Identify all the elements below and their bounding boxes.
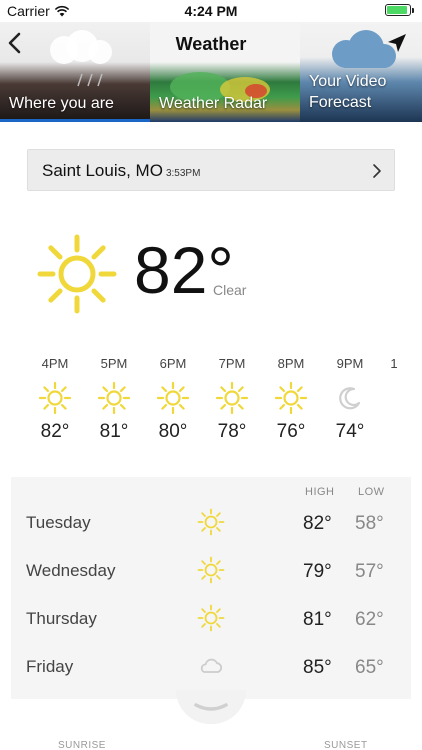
sunrise-label: SUNRISE	[58, 740, 106, 750]
hour-time: 8PM	[277, 356, 305, 371]
sun-icon	[156, 381, 190, 415]
hour-time: 7PM	[218, 356, 246, 371]
sun-icon	[197, 508, 225, 536]
daily-row[interactable]: Tuesday 82° 58°	[11, 499, 411, 547]
cloud-icon	[200, 658, 223, 673]
location-arrow-icon[interactable]	[386, 32, 408, 54]
sun-icon	[38, 381, 72, 415]
hour-temp: 78°	[217, 421, 247, 442]
low-column-label: LOW	[358, 486, 385, 498]
hourly-item: 8PM 76°	[261, 355, 321, 443]
hour-time: 6PM	[159, 356, 187, 371]
sun-icon	[197, 604, 225, 632]
hourly-item: 7PM 78°	[202, 355, 262, 443]
daily-row[interactable]: Wednesday 79° 57°	[11, 547, 411, 595]
page-title: Weather	[175, 34, 247, 54]
hour-time: 4PM	[41, 356, 69, 371]
chevron-left-icon[interactable]	[4, 28, 28, 58]
tab-label-weather-radar: Weather Radar	[159, 95, 268, 112]
hour-time: 5PM	[100, 356, 128, 371]
active-tab-indicator	[0, 119, 150, 122]
high-column-label: HIGH	[305, 486, 335, 498]
sun-icon	[37, 234, 117, 314]
battery-level	[387, 6, 407, 14]
location-city-group: Saint Louis, MO 3:53PM	[42, 161, 200, 181]
hour-time: 1	[390, 356, 398, 371]
hour-temp: 74°	[335, 421, 365, 442]
hour-temp: 80°	[158, 421, 188, 442]
current-condition: Clear	[213, 282, 247, 298]
tab-label-video-forecast: Your Video Forecast	[309, 71, 386, 113]
hourly-item: 1	[364, 355, 422, 373]
battery-icon	[385, 4, 411, 16]
hourly-item: 5PM 81°	[84, 355, 144, 443]
status-time: 4:24 PM	[184, 3, 238, 19]
hourly-item: 6PM 80°	[143, 355, 203, 443]
day-low: 62°	[355, 609, 384, 630]
daily-row[interactable]: Friday 85° 65°	[11, 643, 411, 691]
chevron-down-icon[interactable]	[194, 703, 228, 713]
hour-temp: 82°	[40, 421, 70, 442]
day-name: Thursday	[26, 609, 97, 628]
day-name: Friday	[26, 657, 74, 676]
day-low: 65°	[355, 657, 384, 678]
day-high: 79°	[303, 561, 332, 582]
sun-icon	[274, 381, 308, 415]
sun-icon	[97, 381, 131, 415]
tab-label-line2: Forecast	[309, 94, 372, 111]
hour-temp: 81°	[99, 421, 129, 442]
location-time: 3:53PM	[165, 168, 201, 179]
day-high: 81°	[303, 609, 332, 630]
moon-icon	[339, 387, 361, 410]
status-bar: Carrier 4:24 PM	[0, 0, 422, 22]
location-selector[interactable]: Saint Louis, MO 3:53PM	[27, 149, 395, 191]
hourly-item: 4PM 82°	[25, 355, 85, 443]
battery-indicator	[385, 4, 414, 16]
battery-tip	[412, 7, 414, 13]
day-name: Tuesday	[26, 513, 91, 532]
hour-temp: 76°	[276, 421, 306, 442]
daily-row[interactable]: Thursday 81° 62°	[11, 595, 411, 643]
sun-icon	[215, 381, 249, 415]
daily-forecast: HIGH LOW Tuesday 82° 58° Wednesday 79° 5…	[11, 477, 411, 699]
day-low: 57°	[355, 561, 384, 582]
location-city: Saint Louis, MO	[42, 161, 163, 180]
day-low: 58°	[355, 513, 384, 534]
sunset-label: SUNSET	[324, 740, 368, 750]
day-high: 82°	[303, 513, 332, 534]
chevron-right-icon	[373, 164, 381, 178]
tab-label-where-you-are: Where you are	[9, 95, 114, 112]
tab-label-line1: Your Video	[309, 73, 387, 90]
sun-icon	[197, 556, 225, 584]
hourly-forecast: 4PM 82° 5PM 81° 6PM 80° 7PM 78° 8PM 76° …	[0, 355, 422, 455]
day-name: Wednesday	[26, 561, 116, 580]
day-high: 85°	[303, 657, 332, 678]
